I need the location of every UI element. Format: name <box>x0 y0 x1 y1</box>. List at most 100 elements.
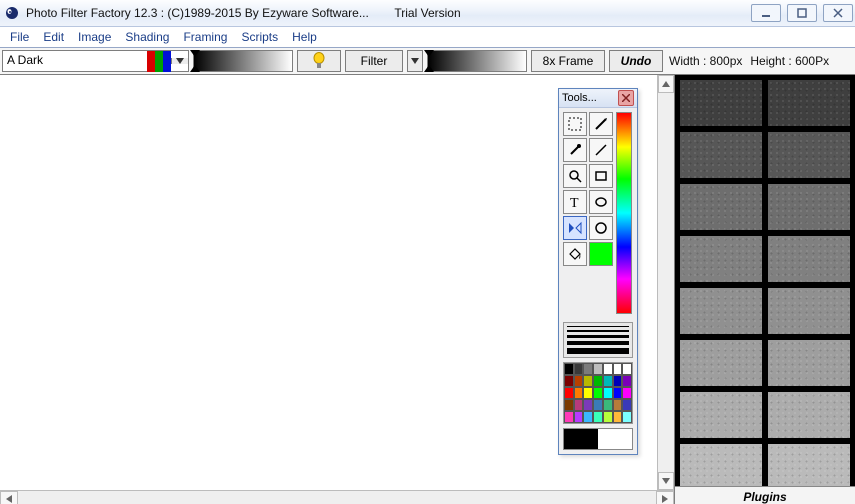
palette-cell[interactable] <box>574 399 584 411</box>
palette-cell[interactable] <box>574 363 584 375</box>
palette-cell[interactable] <box>603 399 613 411</box>
eyedropper-tool[interactable] <box>563 138 587 162</box>
pencil-tool[interactable] <box>589 112 613 136</box>
palette-cell[interactable] <box>564 363 574 375</box>
menu-scripts[interactable]: Scripts <box>241 30 278 44</box>
scroll-up-icon[interactable] <box>658 75 674 93</box>
menu-file[interactable]: File <box>10 30 29 44</box>
palette-cell[interactable] <box>622 399 632 411</box>
palette-cell[interactable] <box>613 387 623 399</box>
thumbnail[interactable] <box>767 131 851 179</box>
active-color-swatch[interactable] <box>589 242 613 266</box>
palette-cell[interactable] <box>574 387 584 399</box>
palette-cell[interactable] <box>593 387 603 399</box>
thumbnail[interactable] <box>767 443 851 486</box>
menu-framing[interactable]: Framing <box>183 30 227 44</box>
palette-cell[interactable] <box>593 399 603 411</box>
selection-rect-tool[interactable] <box>563 112 587 136</box>
palette-cell[interactable] <box>564 411 574 423</box>
undo-button[interactable]: Undo <box>609 50 663 72</box>
color-palette[interactable] <box>563 362 633 424</box>
frame-button[interactable]: 8x Frame <box>531 50 605 72</box>
palette-cell[interactable] <box>593 411 603 423</box>
palette-cell[interactable] <box>564 399 574 411</box>
line-weight-1[interactable] <box>567 326 629 327</box>
palette-cell[interactable] <box>603 375 613 387</box>
horizontal-scrollbar[interactable] <box>0 490 674 504</box>
thumbnail[interactable] <box>679 131 763 179</box>
menu-edit[interactable]: Edit <box>43 30 64 44</box>
fg-color[interactable] <box>564 429 598 449</box>
bulb-button[interactable] <box>297 50 341 72</box>
palette-cell[interactable] <box>583 375 593 387</box>
palette-cell[interactable] <box>593 363 603 375</box>
scroll-down-icon[interactable] <box>658 472 674 490</box>
slider-top-marker[interactable] <box>190 50 200 57</box>
ellipse-tool[interactable] <box>589 190 613 214</box>
thumbnail[interactable] <box>679 339 763 387</box>
thumbnail[interactable] <box>767 183 851 231</box>
slider2-top-marker[interactable] <box>424 50 434 57</box>
thumbnail[interactable] <box>767 287 851 335</box>
bucket-tool[interactable] <box>563 242 587 266</box>
palette-cell[interactable] <box>622 387 632 399</box>
thumbnail[interactable] <box>679 443 763 486</box>
menu-shading[interactable]: Shading <box>125 30 169 44</box>
thumbnail[interactable] <box>767 79 851 127</box>
palette-cell[interactable] <box>574 375 584 387</box>
palette-cell[interactable] <box>564 375 574 387</box>
palette-cell[interactable] <box>603 363 613 375</box>
vscroll-track[interactable] <box>658 93 674 472</box>
menu-help[interactable]: Help <box>292 30 317 44</box>
palette-cell[interactable] <box>622 375 632 387</box>
rect-tool[interactable] <box>589 164 613 188</box>
palette-cell[interactable] <box>613 411 623 423</box>
palette-cell[interactable] <box>622 363 632 375</box>
minimize-button[interactable] <box>751 4 781 22</box>
thumbnail[interactable] <box>679 183 763 231</box>
filter-name-dropdown[interactable] <box>171 58 188 64</box>
tools-close-button[interactable] <box>618 90 634 106</box>
palette-cell[interactable] <box>603 387 613 399</box>
line-weight-picker[interactable] <box>563 322 633 358</box>
filter-button[interactable]: Filter <box>345 50 403 72</box>
palette-cell[interactable] <box>622 411 632 423</box>
scroll-left-icon[interactable] <box>0 491 18 504</box>
palette-cell[interactable] <box>583 363 593 375</box>
thumbnail[interactable] <box>679 391 763 439</box>
palette-cell[interactable] <box>613 375 623 387</box>
line-weight-4[interactable] <box>567 341 629 345</box>
mirror-tool[interactable] <box>563 216 587 240</box>
hscroll-track[interactable] <box>18 491 656 504</box>
palette-cell[interactable] <box>613 363 623 375</box>
close-button[interactable] <box>823 4 853 22</box>
palette-cell[interactable] <box>564 387 574 399</box>
palette-cell[interactable] <box>574 411 584 423</box>
maximize-button[interactable] <box>787 4 817 22</box>
right-gradient-slider[interactable] <box>427 50 527 72</box>
bg-color[interactable] <box>598 429 632 449</box>
palette-cell[interactable] <box>603 411 613 423</box>
line-weight-6[interactable] <box>567 348 629 354</box>
fg-bg-swatch[interactable] <box>563 428 633 450</box>
magnifier-tool[interactable] <box>563 164 587 188</box>
tools-palette[interactable]: Tools... T <box>558 88 638 455</box>
text-tool[interactable]: T <box>563 190 587 214</box>
thumbnail[interactable] <box>679 79 763 127</box>
slider2-bottom-marker[interactable] <box>424 65 434 72</box>
slider-bottom-marker[interactable] <box>190 65 200 72</box>
hue-spectrum[interactable] <box>616 112 632 314</box>
plugins-tab[interactable]: Plugins <box>675 486 855 504</box>
palette-cell[interactable] <box>593 375 603 387</box>
thumbnail[interactable] <box>767 235 851 283</box>
left-gradient-slider[interactable] <box>193 50 293 72</box>
thumbnail[interactable] <box>679 235 763 283</box>
palette-cell[interactable] <box>613 399 623 411</box>
filter-dropdown[interactable] <box>407 50 423 72</box>
palette-cell[interactable] <box>583 411 593 423</box>
palette-cell[interactable] <box>583 387 593 399</box>
tools-titlebar[interactable]: Tools... <box>559 89 637 108</box>
thumbnail[interactable] <box>767 339 851 387</box>
line-tool[interactable] <box>589 138 613 162</box>
line-weight-2[interactable] <box>567 330 629 332</box>
